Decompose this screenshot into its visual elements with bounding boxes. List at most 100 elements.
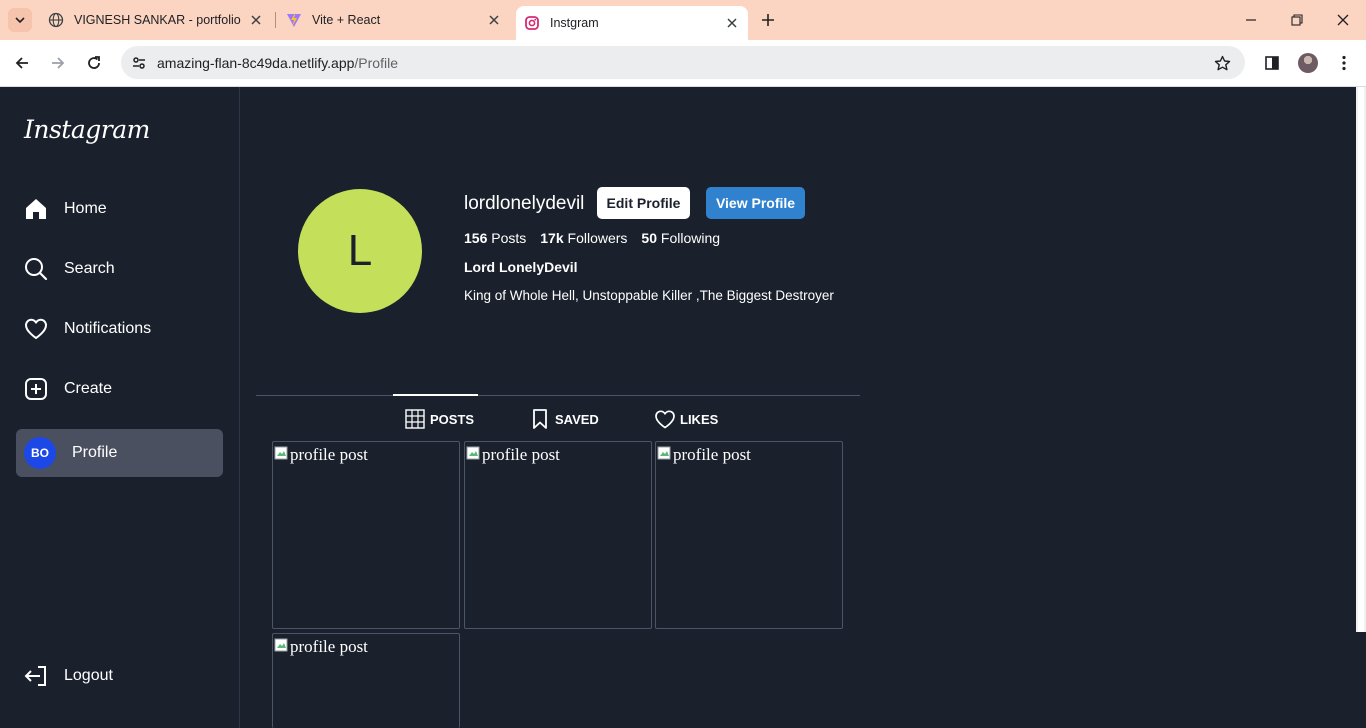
post-alt: profile post xyxy=(657,445,751,465)
posts-label: Posts xyxy=(491,230,527,246)
tab-separator xyxy=(275,12,276,28)
tab-title: Vite + React xyxy=(312,13,381,27)
page-scrollbar[interactable] xyxy=(1356,87,1366,632)
sidebar-item-home[interactable]: Home xyxy=(16,185,223,233)
close-tab-icon[interactable] xyxy=(486,12,502,28)
followers-label: Followers xyxy=(567,230,628,246)
broken-image-icon xyxy=(466,446,480,460)
sidebar-item-label: Home xyxy=(64,200,107,217)
sidebar-item-notifications[interactable]: Notifications xyxy=(16,305,223,353)
forward-button[interactable] xyxy=(47,52,69,74)
reload-icon xyxy=(88,56,100,69)
vite-icon xyxy=(286,12,302,28)
tab-saved[interactable]: SAVED xyxy=(529,407,599,431)
sidebar: Instagram Home Search Notifications Crea… xyxy=(0,87,240,728)
tab-posts[interactable]: POSTS xyxy=(404,407,474,431)
url-path: /Profile xyxy=(354,55,398,71)
address-bar[interactable]: amazing-flan-8c49da.netlify.app/Profile xyxy=(121,46,1245,79)
restore-icon xyxy=(1291,14,1303,26)
browser-tab-vite[interactable]: Vite + React xyxy=(278,0,510,40)
globe-icon xyxy=(48,12,64,28)
minimize-icon xyxy=(1246,19,1256,21)
post-alt: profile post xyxy=(274,445,368,465)
profile-avatar: L xyxy=(298,189,422,313)
followers-count: 17k xyxy=(540,230,564,246)
following-label: Following xyxy=(660,230,721,246)
chevron-down-icon xyxy=(15,17,25,24)
followers-stat: 17k Followers xyxy=(540,230,627,246)
search-icon xyxy=(24,257,48,281)
instagram-logo[interactable]: Instagram xyxy=(24,115,150,144)
bookmark-star-icon[interactable] xyxy=(1212,53,1232,73)
profile-username: lordlonelydevil xyxy=(464,193,585,214)
url-text: amazing-flan-8c49da.netlify.app/Profile xyxy=(157,55,398,71)
side-panel-icon xyxy=(1265,56,1279,70)
plus-square-icon xyxy=(24,377,48,401)
chrome-menu-button[interactable] xyxy=(1333,52,1355,74)
browser-tab-strip: VIGNESH SANKAR - portfolio Vite + React … xyxy=(0,0,1366,40)
post-alt: profile post xyxy=(274,637,368,657)
profile-post[interactable]: profile post xyxy=(464,441,652,629)
instagram-icon xyxy=(524,15,540,31)
close-window-button[interactable] xyxy=(1333,10,1353,30)
post-alt-text: profile post xyxy=(290,637,368,656)
arrow-left-icon xyxy=(15,57,28,69)
profile-bio: King of Whole Hell, Unstoppable Killer ,… xyxy=(464,288,834,303)
avatar: BO xyxy=(24,437,56,469)
heart-icon xyxy=(24,317,48,341)
new-tab-button[interactable] xyxy=(758,10,778,30)
following-stat: 50 Following xyxy=(641,230,720,246)
post-alt-text: profile post xyxy=(290,445,368,464)
logout-button[interactable]: Logout xyxy=(16,652,223,700)
minimize-button[interactable] xyxy=(1241,10,1261,30)
close-tab-icon[interactable] xyxy=(248,12,264,28)
active-tab-indicator xyxy=(393,394,478,396)
back-button[interactable] xyxy=(11,52,33,74)
restore-button[interactable] xyxy=(1287,10,1307,30)
tab-label: SAVED xyxy=(555,411,599,427)
sidebar-item-profile[interactable]: BO Profile xyxy=(16,429,223,477)
home-icon xyxy=(24,197,48,221)
close-icon xyxy=(1337,14,1349,26)
browser-tab-instgram[interactable]: Instgram xyxy=(516,6,748,40)
browser-toolbar: amazing-flan-8c49da.netlify.app/Profile xyxy=(0,40,1366,87)
reload-button[interactable] xyxy=(83,52,105,74)
profile-post[interactable]: profile post xyxy=(272,633,460,728)
bookmark-icon xyxy=(529,408,551,430)
close-tab-icon[interactable] xyxy=(724,15,740,31)
tab-title: VIGNESH SANKAR - portfolio xyxy=(74,13,241,27)
post-alt: profile post xyxy=(466,445,560,465)
edit-profile-button[interactable]: Edit Profile xyxy=(597,187,690,219)
chrome-profile-button[interactable] xyxy=(1297,52,1319,74)
tab-search-button[interactable] xyxy=(8,8,32,32)
profile-full-name: Lord LonelyDevil xyxy=(464,259,578,275)
side-panel-button[interactable] xyxy=(1261,52,1283,74)
sidebar-item-label: Create xyxy=(64,380,113,397)
tab-label: POSTS xyxy=(430,411,475,427)
sidebar-item-create[interactable]: Create xyxy=(16,365,223,413)
tabs-divider xyxy=(256,395,860,396)
heart-icon xyxy=(654,408,676,430)
view-profile-button[interactable]: View Profile xyxy=(706,187,805,219)
sidebar-item-search[interactable]: Search xyxy=(16,245,223,293)
profile-post[interactable]: profile post xyxy=(272,441,460,629)
logout-icon xyxy=(24,664,48,688)
url-host: amazing-flan-8c49da.netlify.app xyxy=(157,55,355,71)
post-alt-text: profile post xyxy=(673,445,751,464)
avatar xyxy=(1298,53,1318,73)
broken-image-icon xyxy=(274,638,288,652)
logout-label: Logout xyxy=(64,667,113,684)
plus-icon xyxy=(762,14,774,26)
profile-stats: 156 Posts 17k Followers 50 Following xyxy=(464,230,734,246)
post-alt-text: profile post xyxy=(482,445,560,464)
tab-likes[interactable]: LIKES xyxy=(654,407,718,431)
browser-tab-portfolio[interactable]: VIGNESH SANKAR - portfolio xyxy=(40,0,272,40)
broken-image-icon xyxy=(274,446,288,460)
instagram-app: Instagram Home Search Notifications Crea… xyxy=(0,87,1366,728)
sidebar-item-label: Search xyxy=(64,260,115,277)
following-count: 50 xyxy=(641,230,657,246)
site-settings-icon[interactable] xyxy=(129,53,149,73)
arrow-right-icon xyxy=(52,57,65,69)
profile-post[interactable]: profile post xyxy=(655,441,843,629)
posts-stat: 156 Posts xyxy=(464,230,526,246)
